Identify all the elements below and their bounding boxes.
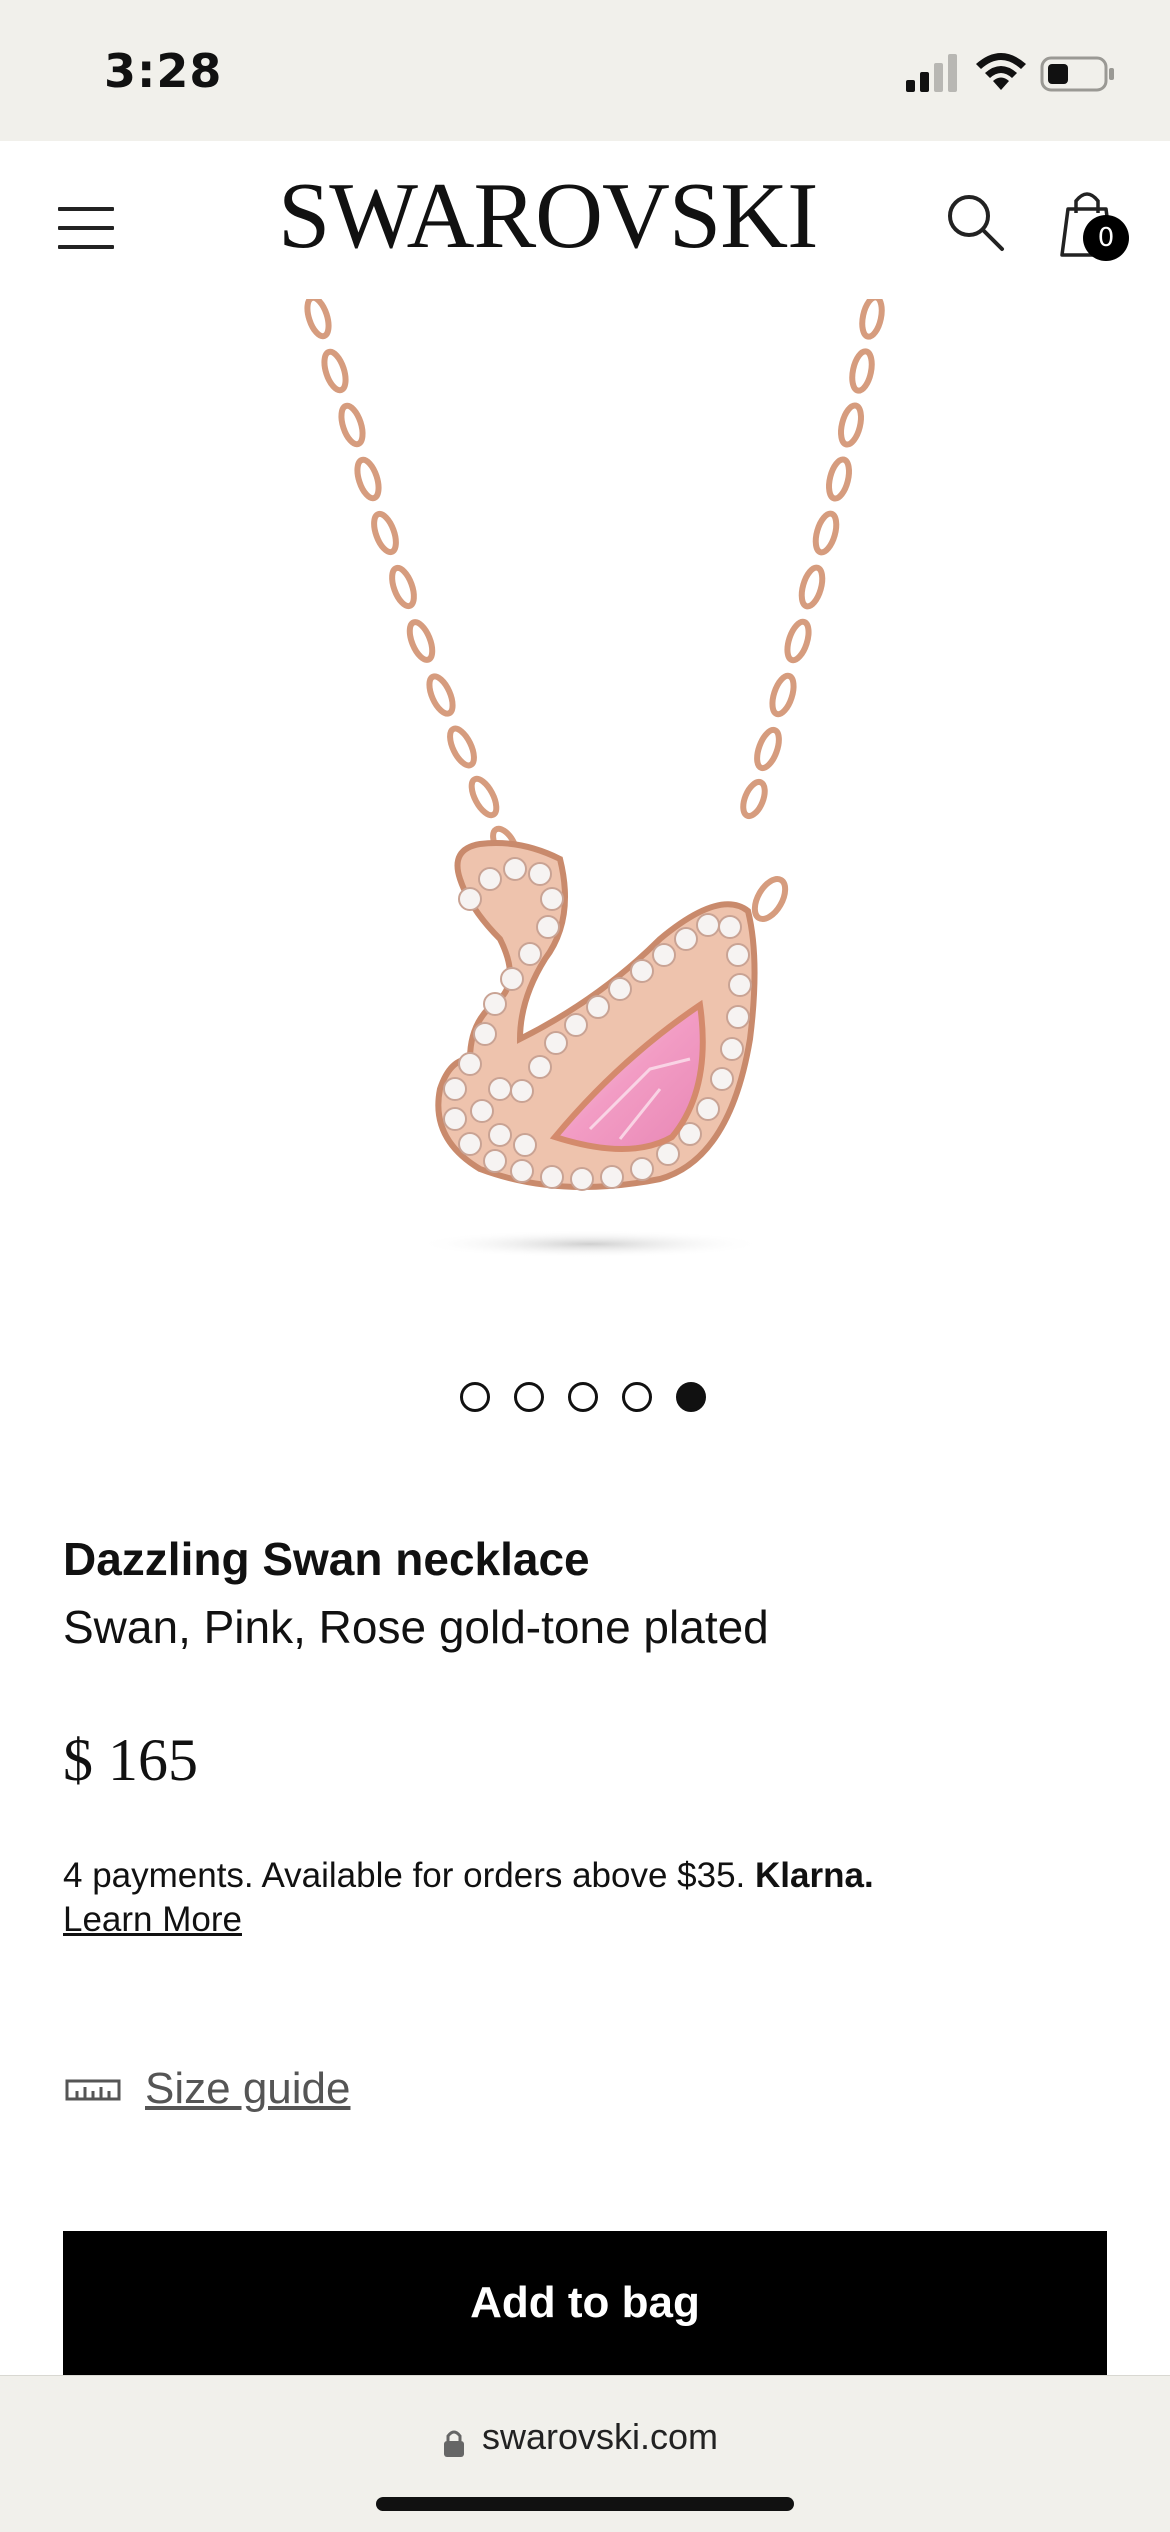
carousel-dot[interactable] — [460, 1382, 490, 1412]
signal-icon — [906, 54, 957, 92]
lock-icon — [444, 2430, 464, 2457]
klarna-brand: Klarna. — [755, 1856, 874, 1895]
wifi-icon — [976, 53, 1026, 90]
size-guide-label: Size guide — [145, 2064, 351, 2113]
browser-url-bar[interactable]: swarovski.com — [0, 2375, 1170, 2532]
size-guide-link[interactable]: Size guide — [63, 2064, 350, 2114]
carousel-pagination — [460, 1382, 706, 1414]
battery-icon — [1040, 56, 1114, 92]
carousel-dot[interactable] — [622, 1382, 652, 1412]
add-to-bag-button[interactable]: Add to bag — [63, 2231, 1107, 2375]
status-bar: 3:28 — [0, 0, 1170, 141]
carousel-dot-active[interactable] — [676, 1382, 706, 1412]
search-icon[interactable] — [944, 191, 1006, 253]
klarna-info: 4 payments. Available for orders above $… — [63, 1856, 874, 1896]
menu-icon[interactable] — [58, 207, 116, 251]
brand-logo[interactable]: SWAROVSKI — [278, 169, 818, 263]
bag-count-badge[interactable]: 0 — [1083, 215, 1129, 261]
necklace-illustration — [304, 299, 885, 1258]
ruler-icon — [65, 2079, 121, 2101]
product-name: Dazzling Swan necklace — [63, 1533, 590, 1585]
learn-more-link[interactable]: Learn More — [63, 1900, 242, 1940]
product-description: Swan, Pink, Rose gold-tone plated — [63, 1601, 769, 1653]
carousel-dot[interactable] — [568, 1382, 598, 1412]
status-time: 3:28 — [104, 44, 223, 98]
product-image[interactable] — [0, 299, 1170, 1299]
product-price: $ 165 — [63, 1727, 198, 1793]
carousel-dot[interactable] — [514, 1382, 544, 1412]
home-indicator[interactable] — [376, 2497, 794, 2511]
url-text[interactable]: swarovski.com — [482, 2416, 718, 2458]
site-header: SWAROVSKI 0 — [0, 141, 1170, 299]
klarna-text: 4 payments. Available for orders above $… — [63, 1856, 756, 1895]
